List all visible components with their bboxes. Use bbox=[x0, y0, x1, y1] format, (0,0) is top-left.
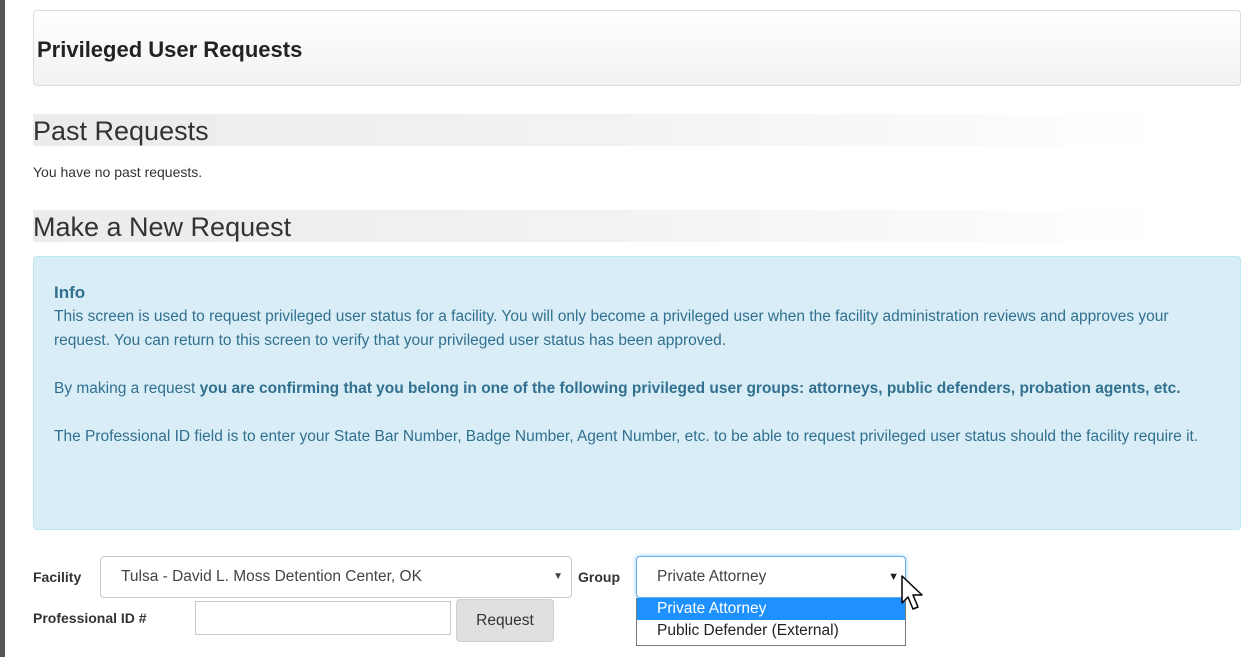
arrow-cursor-icon bbox=[901, 575, 923, 610]
facility-select-value: Tulsa - David L. Moss Detention Center, … bbox=[121, 568, 422, 585]
chevron-down-icon: ▼ bbox=[888, 571, 899, 583]
chevron-down-icon: ▼ bbox=[553, 571, 563, 582]
group-option-public-defender[interactable]: Public Defender (External) bbox=[637, 620, 905, 642]
group-select[interactable]: Private Attorney ▼ bbox=[636, 556, 906, 598]
professional-id-label: Professional ID # bbox=[33, 610, 147, 626]
group-option-private-attorney[interactable]: Private Attorney bbox=[637, 598, 905, 620]
info-panel: Info This screen is used to request priv… bbox=[33, 256, 1241, 530]
group-select-value: Private Attorney bbox=[657, 568, 767, 585]
info-paragraph-2-bold: you are confirming that you belong in on… bbox=[199, 380, 1181, 397]
info-paragraph-2-prefix: By making a request bbox=[54, 380, 200, 397]
page-title: Privileged User Requests bbox=[37, 37, 303, 62]
info-paragraph-2: By making a request you are confirming t… bbox=[54, 377, 1220, 401]
request-button[interactable]: Request bbox=[456, 599, 554, 642]
info-title: Info bbox=[54, 283, 86, 302]
professional-id-input[interactable] bbox=[195, 601, 451, 635]
info-paragraph-1: This screen is used to request privilege… bbox=[54, 308, 1169, 349]
past-requests-heading: Past Requests bbox=[33, 114, 1163, 146]
group-dropdown-list: Private Attorney Public Defender (Extern… bbox=[636, 598, 906, 646]
group-label: Group bbox=[578, 569, 620, 585]
facility-select[interactable]: Tulsa - David L. Moss Detention Center, … bbox=[100, 556, 572, 598]
page-header: Privileged User Requests bbox=[33, 10, 1241, 86]
left-border bbox=[0, 0, 5, 657]
facility-label: Facility bbox=[33, 569, 82, 585]
no-past-requests-text: You have no past requests. bbox=[33, 164, 203, 180]
new-request-heading: Make a New Request bbox=[33, 210, 1163, 242]
info-paragraph-3: The Professional ID field is to enter yo… bbox=[54, 428, 1199, 445]
